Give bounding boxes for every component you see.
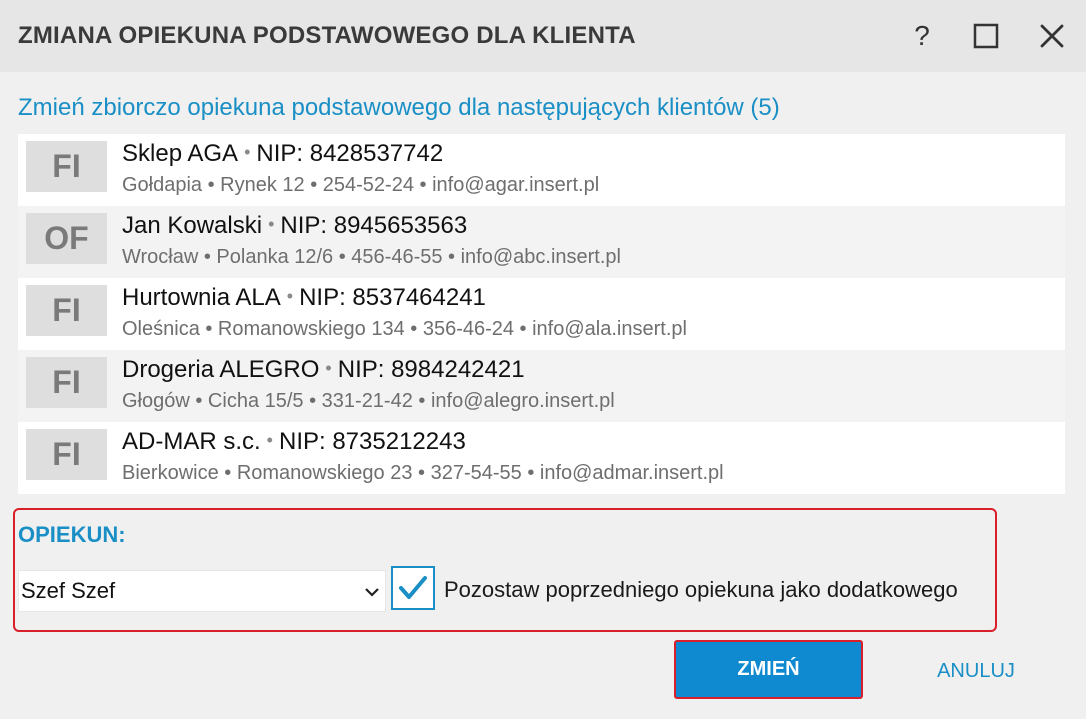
close-button[interactable] xyxy=(1034,18,1070,54)
client-name: Hurtownia ALA xyxy=(122,284,281,311)
client-nip: NIP: 8537464241 xyxy=(299,284,486,311)
client-name-line: AD-MAR s.c. • NIP: 8735212243 xyxy=(122,428,466,456)
client-row[interactable]: FI Hurtownia ALA • NIP: 8537464241 Oleśnic… xyxy=(18,278,1065,350)
separator-dot: • xyxy=(244,142,251,162)
client-name-line: Hurtownia ALA • NIP: 8537464241 xyxy=(122,284,486,312)
opiekun-select[interactable]: Szef Szef xyxy=(18,570,386,612)
checkmark-icon xyxy=(399,576,427,599)
client-list: FI Sklep AGA • NIP: 8428537742 Gołdapia • … xyxy=(18,134,1065,494)
client-nip: NIP: 8428537742 xyxy=(256,140,444,167)
client-name-line: Sklep AGA • NIP: 8428537742 xyxy=(122,140,443,168)
client-type-badge: FI xyxy=(26,357,107,408)
client-details: Bierkowice • Romanowskiego 23 • 327-54-5… xyxy=(122,462,724,484)
dialog-subtitle: Zmień zbiorczo opiekuna podstawowego dla… xyxy=(18,94,780,121)
close-icon xyxy=(1040,24,1064,48)
client-type-badge: FI xyxy=(26,429,107,480)
client-name-line: Drogeria ALEGRO • NIP: 8984242421 xyxy=(122,356,525,384)
change-button[interactable]: ZMIEŃ xyxy=(674,640,863,699)
separator-dot: • xyxy=(286,286,294,306)
dialog-title: ZMIANA OPIEKUNA PODSTAWOWEGO DLA KLIENTA xyxy=(18,22,636,49)
separator-dot: • xyxy=(266,430,273,450)
client-nip: NIP: 8945653563 xyxy=(280,212,468,239)
dialog-titlebar: ZMIANA OPIEKUNA PODSTAWOWEGO DLA KLIENTA… xyxy=(0,0,1086,72)
opiekun-label: OPIEKUN: xyxy=(18,522,126,547)
client-nip: NIP: 8735212243 xyxy=(278,428,466,455)
client-type-badge: FI xyxy=(26,285,107,336)
separator-dot: • xyxy=(325,358,332,378)
client-nip: NIP: 8984242421 xyxy=(337,356,525,383)
client-name: AD-MAR s.c. xyxy=(122,428,261,455)
maximize-icon xyxy=(973,23,999,49)
client-row[interactable]: FI Sklep AGA • NIP: 8428537742 Gołdapia • … xyxy=(18,134,1065,206)
chevron-down-icon xyxy=(363,581,381,607)
help-button[interactable]: ? xyxy=(904,18,940,54)
client-type-badge: OF xyxy=(26,213,107,264)
client-details: Oleśnica • Romanowskiego 134 • 356-46-24… xyxy=(122,318,687,340)
separator-dot: • xyxy=(268,214,275,234)
client-name: Drogeria ALEGRO xyxy=(122,356,320,383)
keep-previous-label[interactable]: Pozostaw poprzedniego opiekuna jako doda… xyxy=(444,577,958,603)
client-row[interactable]: FI Drogeria ALEGRO • NIP: 8984242421 Głogó… xyxy=(18,350,1065,422)
client-details: Głogów • Cicha 15/5 • 331-21-42 • info@a… xyxy=(122,390,615,412)
client-row[interactable]: FI AD-MAR s.c. • NIP: 8735212243 Bierkowic… xyxy=(18,422,1065,494)
cancel-button[interactable]: ANULUJ xyxy=(920,657,1032,685)
client-details: Gołdapia • Rynek 12 • 254-52-24 • info@a… xyxy=(122,174,600,196)
opiekun-select-value: Szef Szef xyxy=(21,578,116,603)
keep-previous-checkbox[interactable] xyxy=(391,566,435,610)
client-details: Wrocław • Polanka 12/6 • 456-46-55 • inf… xyxy=(122,246,621,268)
client-name: Sklep AGA xyxy=(122,140,239,167)
client-type-badge: FI xyxy=(26,141,107,192)
maximize-button[interactable] xyxy=(968,18,1004,54)
client-row[interactable]: OF Jan Kowalski • NIP: 8945653563 Wrocław … xyxy=(18,206,1065,278)
client-name-line: Jan Kowalski • NIP: 8945653563 xyxy=(122,212,467,240)
help-icon: ? xyxy=(914,20,930,51)
client-name: Jan Kowalski xyxy=(122,212,263,239)
